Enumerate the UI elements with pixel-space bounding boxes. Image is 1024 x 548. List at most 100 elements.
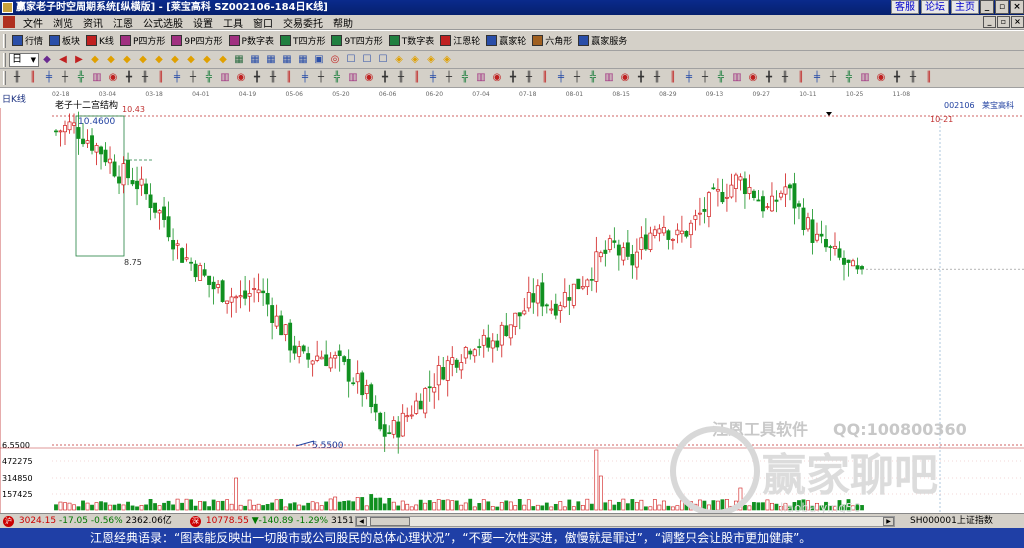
indicator-tool-icon[interactable]: ◉	[746, 71, 760, 85]
service-link[interactable]: 客服	[891, 0, 919, 14]
draw-tool-icon[interactable]: ◆	[200, 53, 214, 67]
indicator-tool-icon[interactable]: ╫	[650, 71, 664, 85]
indicator-tool-icon[interactable]: ▥	[730, 71, 744, 85]
toolbar-button-3[interactable]: P四方形	[117, 32, 168, 50]
child-close-button[interactable]: ×	[1011, 16, 1024, 28]
indicator-tool-icon[interactable]: ╬	[586, 71, 600, 85]
indicator-tool-icon[interactable]: ╬	[74, 71, 88, 85]
menu-help[interactable]: 帮助	[328, 15, 358, 30]
draw-tool-icon[interactable]: ☐	[360, 53, 374, 67]
toolbar-button-2[interactable]: K线	[83, 32, 117, 50]
indicator-tool-icon[interactable]: ◉	[874, 71, 888, 85]
indicator-tool-icon[interactable]: ╬	[842, 71, 856, 85]
minimize-button[interactable]: _	[980, 0, 994, 14]
indicator-tool-icon[interactable]: ║	[154, 71, 168, 85]
draw-tool-icon[interactable]: ◆	[104, 53, 118, 67]
indicator-tool-icon[interactable]: ║	[922, 71, 936, 85]
scroll-thumb[interactable]	[370, 517, 410, 526]
indicator-tool-icon[interactable]: ╫	[906, 71, 920, 85]
draw-tool-icon[interactable]: ◈	[408, 53, 422, 67]
indicator-tool-icon[interactable]: ╬	[458, 71, 472, 85]
menu-tools[interactable]: 工具	[218, 15, 248, 30]
index-selector[interactable]: SH000001上证指数	[910, 515, 993, 528]
indicator-tool-icon[interactable]: ┼	[570, 71, 584, 85]
indicator-tool-icon[interactable]: ▥	[858, 71, 872, 85]
kline-chart-canvas[interactable]: 02-18 03-04 03-18 04-01 04-19 05-06 05-20 06-06…	[0, 88, 1024, 513]
draw-tool-icon[interactable]: ▦	[248, 53, 262, 67]
indicator-tool-icon[interactable]: ╬	[714, 71, 728, 85]
toolbar-button-8[interactable]: T数字表	[386, 32, 438, 50]
draw-tool-icon[interactable]: ▶	[72, 53, 86, 67]
indicator-tool-icon[interactable]: ▥	[90, 71, 104, 85]
indicator-tool-icon[interactable]: ╪	[682, 71, 696, 85]
toolbar-grip[interactable]	[3, 33, 6, 48]
menu-file[interactable]: 文件	[18, 15, 48, 30]
indicator-tool-icon[interactable]: ╫	[10, 71, 24, 85]
indicator-tool-icon[interactable]: ╪	[426, 71, 440, 85]
sz-index-status[interactable]: 深 10778.55 ▼-140.89 -1.29% 3151	[190, 515, 354, 528]
indicator-tool-icon[interactable]: ▥	[218, 71, 232, 85]
indicator-tool-icon[interactable]: ◉	[362, 71, 376, 85]
draw-tool-icon[interactable]: ▦	[296, 53, 310, 67]
indicator-tool-icon[interactable]: ┼	[314, 71, 328, 85]
indicator-tool-icon[interactable]: ▥	[346, 71, 360, 85]
indicator-tool-icon[interactable]: ╫	[138, 71, 152, 85]
indicator-tool-icon[interactable]: ╋	[250, 71, 264, 85]
indicator-tool-icon[interactable]: ╫	[778, 71, 792, 85]
toolbar-button-11[interactable]: 六角形	[529, 32, 575, 50]
period-select[interactable]: 日 ▼	[9, 52, 39, 67]
indicator-tool-icon[interactable]: ╪	[298, 71, 312, 85]
draw-tool-icon[interactable]: ◆	[168, 53, 182, 67]
draw-tool-icon[interactable]: ▦	[264, 53, 278, 67]
draw-tool-icon[interactable]: ◀	[56, 53, 70, 67]
toolbar-grip[interactable]	[3, 71, 6, 85]
toolbar-button-12[interactable]: 赢家服务	[575, 32, 630, 50]
toolbar-button-10[interactable]: 赢家轮	[483, 32, 529, 50]
indicator-tool-icon[interactable]: ║	[410, 71, 424, 85]
menu-news[interactable]: 资讯	[78, 15, 108, 30]
homepage-link[interactable]: 主页	[951, 0, 979, 14]
menu-formula[interactable]: 公式选股	[138, 15, 188, 30]
indicator-tool-icon[interactable]: ╋	[122, 71, 136, 85]
indicator-tool-icon[interactable]: ▥	[602, 71, 616, 85]
indicator-tool-icon[interactable]: ║	[666, 71, 680, 85]
close-button[interactable]: ×	[1010, 0, 1024, 14]
indicator-tool-icon[interactable]: ╋	[506, 71, 520, 85]
indicator-tool-icon[interactable]: ◉	[618, 71, 632, 85]
toolbar-button-5[interactable]: P数字表	[226, 32, 277, 50]
indicator-tool-icon[interactable]: ╋	[634, 71, 648, 85]
indicator-tool-icon[interactable]: ◉	[234, 71, 248, 85]
indicator-tool-icon[interactable]: ╬	[330, 71, 344, 85]
indicator-tool-icon[interactable]: ╋	[378, 71, 392, 85]
indicator-tool-icon[interactable]: ╋	[762, 71, 776, 85]
indicator-tool-icon[interactable]: ╪	[810, 71, 824, 85]
indicator-tool-icon[interactable]: ╫	[522, 71, 536, 85]
toolbar-button-7[interactable]: 9T四方形	[328, 32, 385, 50]
draw-tool-icon[interactable]: ☐	[376, 53, 390, 67]
indicator-tool-icon[interactable]: ▥	[474, 71, 488, 85]
child-restore-button[interactable]: ▫	[997, 16, 1010, 28]
scroll-left-icon[interactable]: ◀	[356, 517, 367, 526]
draw-tool-icon[interactable]: ◆	[136, 53, 150, 67]
indicator-tool-icon[interactable]: ┼	[698, 71, 712, 85]
draw-tool-icon[interactable]: ◆	[184, 53, 198, 67]
draw-tool-icon[interactable]: ◆	[216, 53, 230, 67]
child-minimize-button[interactable]: _	[983, 16, 996, 28]
indicator-tool-icon[interactable]: ╋	[890, 71, 904, 85]
menu-window[interactable]: 窗口	[248, 15, 278, 30]
toolbar-button-9[interactable]: 江恩轮	[437, 32, 483, 50]
indicator-tool-icon[interactable]: ║	[26, 71, 40, 85]
draw-tool-icon[interactable]: ◆	[152, 53, 166, 67]
draw-tool-icon[interactable]: ▦	[232, 53, 246, 67]
indicator-tool-icon[interactable]: ╪	[42, 71, 56, 85]
menu-settings[interactable]: 设置	[188, 15, 218, 30]
toolbar-grip[interactable]	[3, 52, 6, 67]
indicator-tool-icon[interactable]: ╬	[202, 71, 216, 85]
forum-link[interactable]: 论坛	[921, 0, 949, 14]
toolbar-button-0[interactable]: 行情	[9, 32, 46, 50]
indicator-tool-icon[interactable]: ┼	[58, 71, 72, 85]
indicator-tool-icon[interactable]: ║	[794, 71, 808, 85]
toolbar-button-1[interactable]: 板块	[46, 32, 83, 50]
draw-tool-icon[interactable]: ◆	[88, 53, 102, 67]
indicator-tool-icon[interactable]: ╪	[170, 71, 184, 85]
